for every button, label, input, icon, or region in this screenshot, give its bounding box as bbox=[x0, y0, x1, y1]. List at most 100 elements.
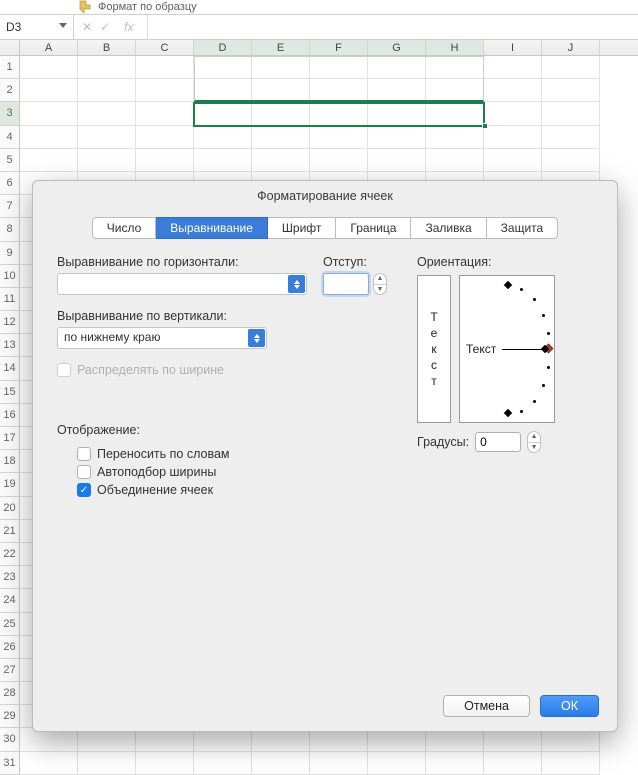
stepper-up-icon[interactable]: ▲ bbox=[528, 432, 540, 443]
shrink-fit-label: Автоподбор ширины bbox=[97, 465, 216, 479]
chevron-updown-icon bbox=[288, 275, 305, 293]
cancel-button[interactable]: Отмена bbox=[443, 695, 530, 717]
dial-dot-icon bbox=[542, 314, 545, 317]
row-header[interactable]: 13 bbox=[0, 334, 20, 357]
row-header[interactable]: 16 bbox=[0, 404, 20, 427]
checkbox-icon bbox=[57, 363, 71, 377]
format-cells-dialog: Форматирование ячеек ЧислоВыравниваниеШр… bbox=[32, 180, 618, 732]
row-header[interactable]: 20 bbox=[0, 497, 20, 520]
ribbon-fragment: Формат по образцу bbox=[0, 0, 638, 14]
tab-fill[interactable]: Заливка bbox=[411, 217, 486, 239]
column-header[interactable]: C bbox=[136, 40, 194, 55]
tab-alignment[interactable]: Выравнивание bbox=[156, 217, 268, 239]
ok-button[interactable]: ОК bbox=[540, 695, 599, 717]
wrap-text-checkbox-row[interactable]: Переносить по словам bbox=[77, 447, 393, 461]
justify-distributed-label: Распределять по ширине bbox=[77, 363, 224, 377]
row-header[interactable]: 3 bbox=[0, 102, 20, 125]
h-align-select[interactable] bbox=[57, 273, 307, 295]
row-header[interactable]: 2 bbox=[0, 79, 20, 102]
row-header[interactable]: 25 bbox=[0, 613, 20, 636]
degrees-stepper[interactable]: ▲ ▼ bbox=[527, 431, 541, 453]
row-header[interactable]: 23 bbox=[0, 566, 20, 589]
column-header[interactable]: J bbox=[542, 40, 600, 55]
orientation-vertical-letter: с bbox=[431, 358, 437, 372]
dial-tick-icon bbox=[504, 409, 512, 417]
row-header[interactable]: 31 bbox=[0, 752, 20, 775]
column-header[interactable]: I bbox=[484, 40, 542, 55]
row-header[interactable]: 14 bbox=[0, 357, 20, 380]
row-header[interactable]: 4 bbox=[0, 126, 20, 149]
column-header[interactable]: E bbox=[252, 40, 310, 55]
column-header[interactable]: F bbox=[310, 40, 368, 55]
orientation-vertical-letter: е bbox=[431, 326, 438, 340]
column-header[interactable]: D bbox=[194, 40, 252, 55]
v-align-select[interactable]: по нижнему краю bbox=[57, 327, 267, 349]
tab-border[interactable]: Граница bbox=[336, 217, 411, 239]
select-all-corner[interactable] bbox=[0, 40, 20, 55]
tab-font[interactable]: Шрифт bbox=[268, 217, 336, 239]
dial-dot-icon bbox=[520, 410, 523, 413]
row-header[interactable]: 15 bbox=[0, 381, 20, 404]
formula-bar: D3 ✕ ✓ fx bbox=[0, 14, 638, 40]
cancel-edit-icon[interactable]: ✕ bbox=[82, 20, 92, 34]
row-header[interactable]: 5 bbox=[0, 149, 20, 172]
format-painter-label[interactable]: Формат по образцу bbox=[98, 1, 197, 13]
merge-cells-label: Объединение ячеек bbox=[97, 483, 213, 497]
indent-input[interactable] bbox=[323, 273, 369, 295]
column-header[interactable]: A bbox=[20, 40, 78, 55]
stepper-up-icon[interactable]: ▲ bbox=[374, 274, 386, 285]
dial-dot-icon bbox=[547, 366, 550, 369]
stepper-down-icon[interactable]: ▼ bbox=[528, 443, 540, 453]
shrink-fit-checkbox-row[interactable]: Автоподбор ширины bbox=[77, 465, 393, 479]
row-header[interactable]: 26 bbox=[0, 636, 20, 659]
row-headers: 1234567891011121314151617181920212223242… bbox=[0, 56, 20, 775]
h-align-label: Выравнивание по горизонтали: bbox=[57, 255, 307, 269]
dial-dot-icon bbox=[533, 400, 536, 403]
orientation-label: Ориентация: bbox=[417, 255, 593, 269]
row-header[interactable]: 11 bbox=[0, 288, 20, 311]
row-header[interactable]: 9 bbox=[0, 242, 20, 265]
format-painter-icon[interactable] bbox=[78, 0, 92, 14]
row-header[interactable]: 17 bbox=[0, 427, 20, 450]
v-align-value: по нижнему краю bbox=[64, 330, 160, 344]
indent-stepper[interactable]: ▲ ▼ bbox=[373, 273, 387, 295]
column-header[interactable]: B bbox=[78, 40, 136, 55]
row-header[interactable]: 19 bbox=[0, 473, 20, 496]
tab-protect[interactable]: Защита bbox=[487, 217, 559, 239]
degrees-input[interactable] bbox=[475, 432, 521, 452]
row-header[interactable]: 22 bbox=[0, 543, 20, 566]
row-header[interactable]: 24 bbox=[0, 589, 20, 612]
selection-handle[interactable] bbox=[482, 123, 488, 129]
row-header[interactable]: 18 bbox=[0, 450, 20, 473]
fx-label[interactable]: fx bbox=[118, 16, 139, 38]
row-header[interactable]: 21 bbox=[0, 520, 20, 543]
orientation-vertical-letter: т bbox=[431, 374, 437, 388]
v-align-label: Выравнивание по вертикали: bbox=[57, 309, 393, 323]
row-header[interactable]: 8 bbox=[0, 218, 20, 241]
row-header[interactable]: 6 bbox=[0, 172, 20, 195]
row-header[interactable]: 7 bbox=[0, 195, 20, 218]
tab-number[interactable]: Число bbox=[92, 217, 157, 239]
cell-reference: D3 bbox=[6, 20, 21, 34]
row-header[interactable]: 12 bbox=[0, 311, 20, 334]
merge-cells-checkbox-row[interactable]: ✓ Объединение ячеек bbox=[77, 483, 393, 497]
dialog-title: Форматирование ячеек bbox=[33, 181, 617, 217]
orientation-vertical-button[interactable]: Текст bbox=[417, 275, 451, 423]
dial-dot-icon bbox=[533, 298, 536, 301]
confirm-edit-icon[interactable]: ✓ bbox=[100, 20, 110, 34]
row-header[interactable]: 28 bbox=[0, 682, 20, 705]
name-box-dropdown-icon[interactable] bbox=[59, 23, 67, 31]
row-header[interactable]: 1 bbox=[0, 56, 20, 79]
stepper-down-icon[interactable]: ▼ bbox=[374, 285, 386, 295]
row-header[interactable]: 10 bbox=[0, 265, 20, 288]
orientation-dial[interactable]: Текст bbox=[459, 275, 555, 423]
row-header[interactable]: 30 bbox=[0, 728, 20, 751]
name-box[interactable]: D3 bbox=[0, 15, 74, 39]
orientation-vertical-letter: Т bbox=[430, 310, 437, 324]
column-header[interactable]: G bbox=[368, 40, 426, 55]
row-header[interactable]: 29 bbox=[0, 705, 20, 728]
dial-tick-icon bbox=[504, 281, 512, 289]
row-header[interactable]: 27 bbox=[0, 659, 20, 682]
checkbox-icon bbox=[77, 447, 91, 461]
column-header[interactable]: H bbox=[426, 40, 484, 55]
